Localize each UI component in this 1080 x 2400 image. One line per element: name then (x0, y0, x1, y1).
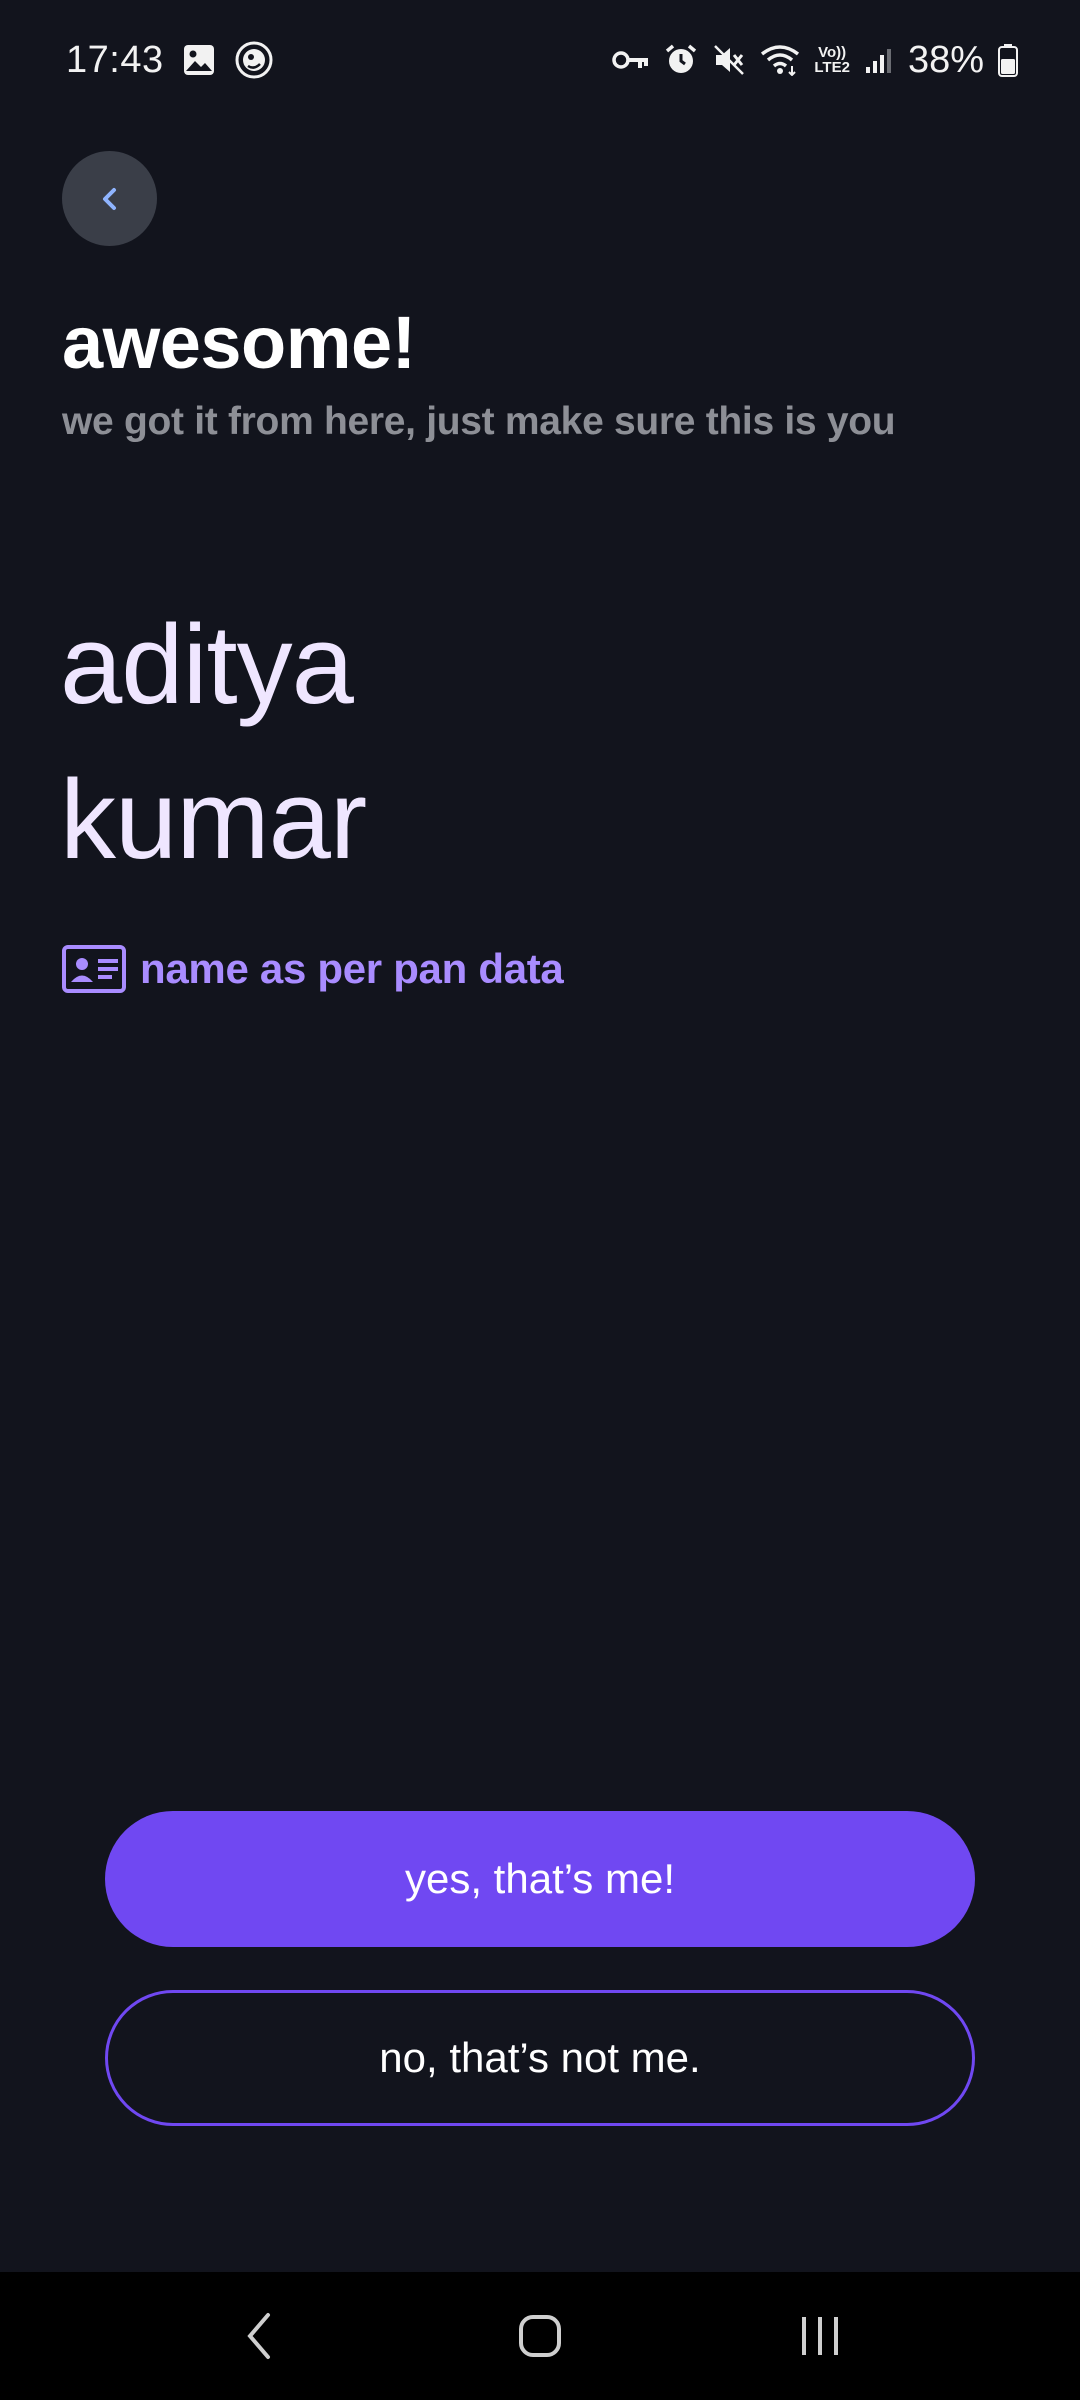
battery-icon (998, 43, 1018, 77)
status-right: Vo)) LTE2 38% (612, 39, 1018, 82)
mute-icon (712, 43, 746, 77)
reject-identity-button[interactable]: no, that’s not me. (105, 1990, 975, 2126)
status-time: 17:43 (66, 38, 164, 81)
name-source-row: name as per pan data (62, 945, 564, 993)
page-subtitle: we got it from here, just make sure this… (62, 400, 896, 443)
status-left: 17:43 (66, 39, 274, 82)
battery-percent: 38% (907, 38, 984, 81)
status-bar: 17:43 Vo)) LTE2 38% (0, 0, 1080, 120)
image-icon (182, 43, 216, 77)
confirm-identity-button[interactable]: yes, that’s me! (105, 1811, 975, 1947)
screen: 17:43 Vo)) LTE2 38% awesome! we got it f… (0, 0, 1080, 2400)
first-name: aditya (60, 602, 354, 727)
volte-top-text: Vo)) (818, 44, 847, 61)
nav-home-icon[interactable] (485, 2291, 595, 2381)
volte-icon: Vo)) LTE2 (814, 45, 850, 75)
id-card-icon (62, 945, 126, 993)
signal-icon (864, 45, 894, 75)
nav-recents-icon[interactable] (765, 2291, 875, 2381)
nav-back-icon[interactable] (205, 2291, 315, 2381)
last-name: kumar (60, 757, 367, 882)
app-notification-icon (234, 40, 274, 80)
vpn-key-icon (612, 48, 650, 72)
alarm-icon (664, 43, 698, 77)
back-button[interactable] (62, 151, 157, 246)
wifi-icon (760, 44, 800, 76)
system-nav-bar (0, 2272, 1080, 2400)
volte-bottom-text: LTE2 (814, 59, 850, 76)
chevron-left-icon (96, 185, 124, 213)
name-source-label: name as per pan data (140, 945, 564, 992)
page-title: awesome! (62, 301, 416, 384)
